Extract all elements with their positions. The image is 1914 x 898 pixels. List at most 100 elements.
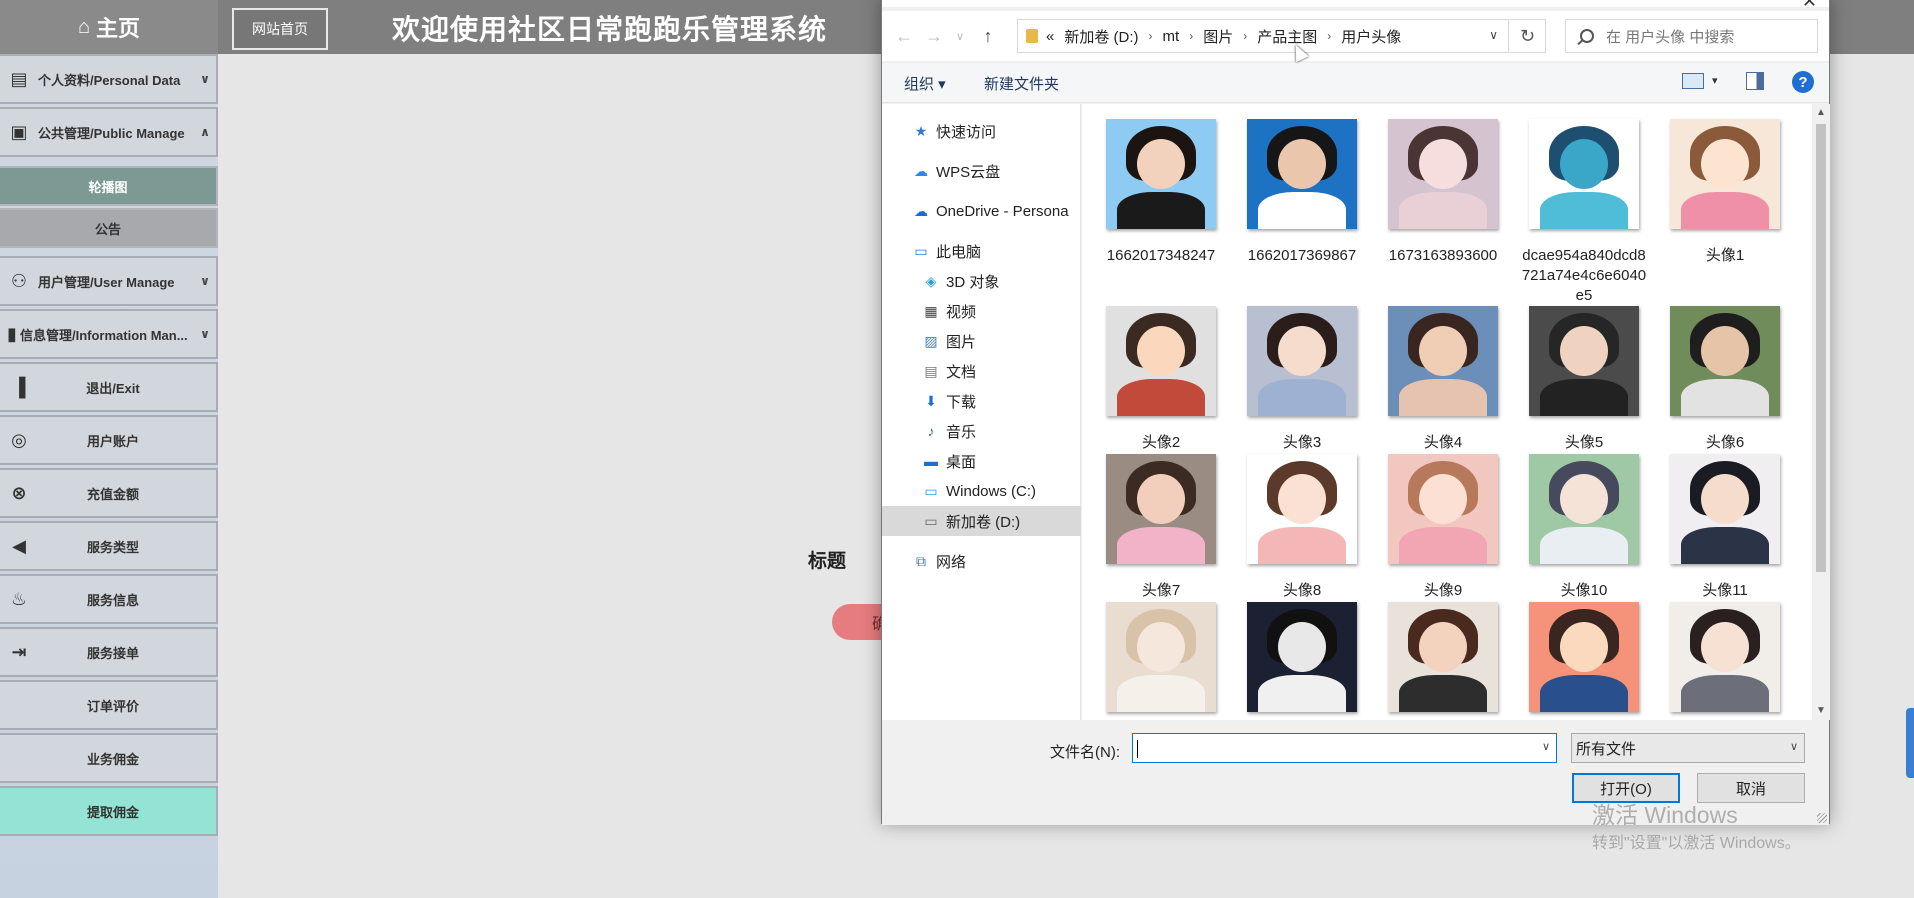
filename-input[interactable]: ∨	[1132, 733, 1557, 763]
sidebar-item-information-manage[interactable]: ▮ 信息管理/Information Man... ∨	[0, 309, 218, 359]
sidebar-subitem-notice[interactable]: 公告	[0, 208, 218, 248]
nav-item-drive-d[interactable]: ▭ 新加卷 (D:)	[882, 506, 1081, 536]
video-icon: ▦	[924, 302, 938, 319]
sidebar-item-service-info[interactable]: ♨ 服务信息	[0, 574, 218, 624]
avatar-thumbnail	[1388, 602, 1498, 712]
back-arrow-icon[interactable]: ←	[892, 24, 916, 48]
breadcrumb-drive-d[interactable]: 新加卷 (D:)	[1064, 26, 1138, 47]
fire-icon: ♨	[10, 588, 28, 609]
file-name: 头像7	[1141, 582, 1181, 599]
edge-floating-widget[interactable]	[1906, 708, 1914, 778]
sidebar-item-label: 服务接单	[86, 645, 139, 661]
file-name: 头像4	[1423, 434, 1463, 451]
file-type-value: 所有文件	[1576, 740, 1637, 758]
nav-item-downloads[interactable]: ⬇ 下载	[882, 386, 1081, 416]
sidebar-item-user-manage[interactable]: ⚇ 用户管理/User Manage ∨	[0, 256, 218, 306]
preview-pane-icon[interactable]	[1746, 72, 1764, 90]
sidebar-subitem-carousel[interactable]: 轮播图	[0, 166, 218, 206]
breadcrumb-overflow[interactable]: «	[1046, 28, 1054, 45]
breadcrumb-pictures[interactable]: 图片	[1203, 26, 1233, 47]
organize-button[interactable]: 组织 ▾	[904, 73, 946, 94]
scrollbar-thumb[interactable]	[1816, 124, 1826, 572]
sidebar-item-label: 服务类型	[86, 539, 139, 555]
chevron-down-icon[interactable]: ∨	[1542, 740, 1550, 753]
search-icon	[1580, 29, 1594, 43]
nav-item-videos[interactable]: ▦ 视频	[882, 296, 1081, 326]
sidebar-item-commission[interactable]: 业务佣金	[0, 733, 218, 783]
home-label: 主页	[96, 16, 141, 41]
cloud-icon: ☁	[914, 162, 928, 179]
music-icon: ♪	[927, 423, 935, 439]
avatar-thumbnail	[1670, 602, 1780, 712]
help-icon[interactable]: ?	[1792, 71, 1814, 93]
chevron-right-icon[interactable]: ›	[1243, 29, 1247, 43]
breadcrumb-product-images[interactable]: 产品主图	[1257, 26, 1317, 47]
document-icon: ▤	[924, 362, 938, 379]
scroll-up-icon[interactable]: ▲	[1812, 104, 1830, 122]
drive-icon: ▭	[924, 512, 938, 529]
up-arrow-icon[interactable]: ↑	[976, 24, 1000, 48]
file-type-select[interactable]: 所有文件 ∨	[1571, 733, 1805, 763]
download-icon: ⬇	[925, 392, 937, 409]
vertical-scrollbar[interactable]: ▲ ▼	[1812, 104, 1830, 720]
home-title[interactable]: ⌂ 主页	[0, 0, 218, 54]
sidebar-item-personal-data[interactable]: ▤ 个人资料/Personal Data ∨	[0, 54, 218, 104]
image-icon: ▣	[10, 121, 28, 142]
sidebar-item-label: 提取佣金	[86, 804, 139, 820]
sidebar-item-withdraw-commission[interactable]: 提取佣金	[0, 786, 218, 836]
recent-dropdown-icon[interactable]: ∨	[948, 24, 972, 48]
nav-item-this-pc[interactable]: ▭ 此电脑	[882, 236, 1081, 266]
site-home-button[interactable]: 网站首页	[232, 8, 328, 50]
avatar-thumbnail	[1247, 119, 1357, 229]
avatar-thumbnail	[1670, 306, 1780, 416]
forward-arrow-icon[interactable]: →	[922, 24, 946, 48]
nav-item-wps-cloud[interactable]: ☁ WPS云盘	[882, 156, 1081, 186]
sidebar-item-recharge[interactable]: ⊗ 充值金额	[0, 468, 218, 518]
nav-item-music[interactable]: ♪ 音乐	[882, 416, 1081, 446]
new-folder-button[interactable]: 新建文件夹	[984, 73, 1059, 94]
scroll-down-icon[interactable]: ▼	[1812, 702, 1830, 720]
nav-item-onedrive[interactable]: ☁ OneDrive - Persona	[882, 196, 1081, 226]
filename-label: 文件名(N):	[1050, 744, 1120, 761]
chevron-down-icon[interactable]: ▾	[1712, 74, 1718, 87]
avatar-thumbnail	[1106, 454, 1216, 564]
nav-item-label: 快速访问	[936, 123, 997, 141]
chevron-down-icon: ∨	[200, 72, 210, 86]
sidebar-item-order-review[interactable]: 订单评价	[0, 680, 218, 730]
nav-item-label: Windows (C:)	[946, 482, 1037, 500]
sidebar-item-service-type[interactable]: ◀ 服务类型	[0, 521, 218, 571]
sidebar-item-service-orders[interactable]: ⇥ 服务接单	[0, 627, 218, 677]
chevron-right-icon[interactable]: ›	[1189, 29, 1193, 43]
search-placeholder: 在 用户头像 中搜索	[1606, 28, 1735, 46]
view-mode-icon[interactable]	[1682, 73, 1704, 89]
nav-item-documents[interactable]: ▤ 文档	[882, 356, 1081, 386]
nav-item-pictures[interactable]: ▨ 图片	[882, 326, 1081, 356]
sidebar-item-public-manage[interactable]: ▣ 公共管理/Public Manage ∧	[0, 107, 218, 157]
file-list: 1662017348247 1662017369867 1673163893600 d…	[1082, 104, 1812, 720]
desktop-icon: ▬	[924, 453, 938, 469]
search-input[interactable]: 在 用户头像 中搜索	[1565, 19, 1818, 53]
nav-item-label: 桌面	[946, 453, 977, 471]
nav-item-desktop[interactable]: ▬ 桌面	[882, 446, 1081, 476]
breadcrumb-user-avatars[interactable]: 用户头像	[1341, 26, 1401, 47]
nav-item-network[interactable]: ⧉ 网络	[882, 546, 1081, 576]
nav-item-drive-c[interactable]: ▭ Windows (C:)	[882, 476, 1081, 506]
refresh-icon[interactable]: ↻	[1510, 19, 1546, 53]
chevron-right-icon[interactable]: ›	[1149, 29, 1153, 43]
chevron-down-icon[interactable]: ∨	[1489, 28, 1498, 42]
nav-item-quick-access[interactable]: ★ 快速访问	[882, 116, 1081, 146]
breadcrumb-mt[interactable]: mt	[1163, 28, 1180, 45]
sidebar-item-user-account[interactable]: ◎ 用户账户	[0, 415, 218, 465]
nav-item-label: 文档	[946, 363, 977, 381]
file-name: 头像3	[1282, 434, 1322, 451]
sidebar-item-exit[interactable]: ▐ 退出/Exit	[0, 362, 218, 412]
nav-item-3d-objects[interactable]: ◈ 3D 对象	[882, 266, 1081, 296]
file-name: dcae954a840dcd8721a74e4c6e6040e5	[1521, 247, 1647, 304]
avatar-thumbnail	[1247, 602, 1357, 712]
nav-item-label: OneDrive - Persona	[936, 202, 1069, 220]
chevron-right-icon[interactable]: ›	[1327, 29, 1331, 43]
chevron-up-icon: ∧	[200, 125, 210, 139]
dialog-toolbar: 组织 ▾ 新建文件夹 ▾ ?	[882, 63, 1829, 103]
resize-grip-icon[interactable]	[1817, 813, 1827, 823]
address-bar[interactable]: « 新加卷 (D:) › mt › 图片 › 产品主图 › 用户头像 ∨	[1017, 19, 1509, 53]
